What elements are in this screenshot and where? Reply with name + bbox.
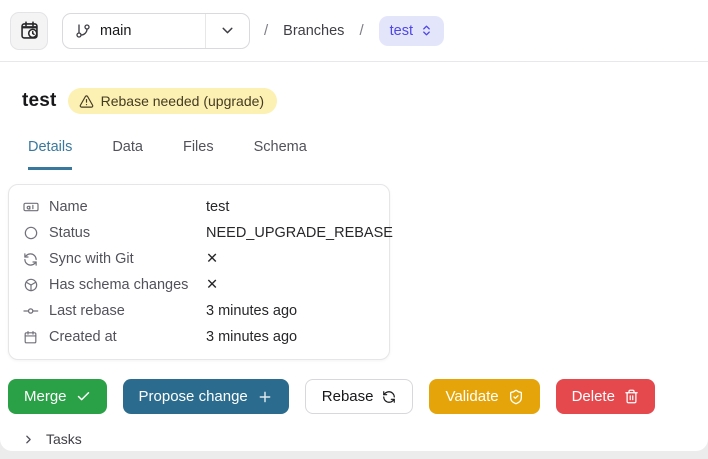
propose-change-button-label: Propose change — [138, 388, 248, 405]
tab-schema[interactable]: Schema — [254, 139, 307, 170]
sync-icon — [23, 251, 39, 267]
detail-value: ✕ — [206, 277, 219, 293]
tab-data[interactable]: Data — [112, 139, 143, 170]
breadcrumb-separator: / — [359, 22, 364, 39]
shield-check-icon — [508, 389, 524, 405]
propose-change-button[interactable]: Propose change — [122, 379, 289, 414]
calendar-clock-icon — [19, 20, 40, 41]
delete-button[interactable]: Delete — [555, 379, 655, 414]
details-card: Name test Status NEED_UPGRADE_REBASE Syn… — [8, 184, 393, 360]
tab-files[interactable]: Files — [183, 139, 214, 170]
rebase-button[interactable]: Rebase — [304, 379, 414, 414]
page-title: test — [22, 90, 57, 111]
breadcrumb-current-label: test — [389, 22, 413, 39]
breadcrumb-current-branch[interactable]: test — [378, 15, 444, 46]
title-row: test Rebase needed (upgrade) — [22, 88, 700, 114]
detail-row-created-at: Created at 3 minutes ago — [9, 324, 389, 350]
chevron-right-icon — [22, 433, 35, 446]
chevron-down-icon — [219, 22, 236, 39]
validate-button[interactable]: Validate — [429, 379, 540, 414]
branch-selector-caret[interactable] — [205, 13, 249, 48]
detail-row-schema-changes: Has schema changes ✕ — [9, 272, 389, 298]
breadcrumb-separator: / — [264, 22, 269, 39]
schema-box-icon — [23, 277, 39, 293]
breadcrumb-branches-link[interactable]: Branches — [283, 23, 344, 39]
chevrons-up-down-icon — [420, 24, 433, 37]
rebase-button-label: Rebase — [321, 388, 374, 405]
input-name-icon — [23, 199, 39, 215]
detail-value: 3 minutes ago — [206, 329, 298, 345]
plus-icon — [257, 389, 273, 405]
commit-icon — [23, 303, 39, 319]
branch-selector-value: main — [100, 22, 132, 39]
history-button[interactable] — [10, 11, 48, 50]
detail-row-status: Status NEED_UPGRADE_REBASE — [9, 220, 393, 246]
branch-page: main / Branches / test test Rebase neede… — [0, 0, 708, 451]
breadcrumb: / Branches / test — [264, 15, 444, 46]
detail-row-sync: Sync with Git ✕ — [9, 246, 389, 272]
merge-button-label: Merge — [24, 388, 67, 405]
detail-row-name: Name test — [9, 194, 389, 220]
detail-value: ✕ — [206, 251, 219, 267]
detail-label: Sync with Git — [49, 251, 134, 267]
detail-value: 3 minutes ago — [206, 303, 298, 319]
tasks-label: Tasks — [46, 431, 82, 447]
status-badge-label: Rebase needed (upgrade) — [100, 93, 265, 109]
git-branch-icon — [75, 23, 91, 39]
detail-row-last-rebase: Last rebase 3 minutes ago — [9, 298, 389, 324]
action-bar: Merge Propose change Rebase Validate Del… — [8, 379, 700, 414]
status-badge: Rebase needed (upgrade) — [67, 88, 278, 114]
check-icon — [76, 389, 91, 404]
warning-triangle-icon — [79, 94, 94, 109]
trash-icon — [624, 389, 639, 404]
detail-label: Last rebase — [49, 303, 125, 319]
detail-value: test — [206, 199, 230, 215]
merge-button[interactable]: Merge — [8, 379, 107, 414]
validate-button-label: Validate — [445, 388, 499, 405]
refresh-icon — [382, 390, 396, 404]
tab-bar: Details Data Files Schema — [28, 139, 700, 170]
main-content: test Rebase needed (upgrade) Details Dat… — [0, 88, 708, 447]
tasks-accordion-toggle[interactable]: Tasks — [22, 431, 700, 447]
detail-label: Status — [49, 225, 91, 241]
delete-button-label: Delete — [571, 388, 615, 405]
top-bar: main / Branches / test — [0, 0, 708, 62]
detail-label: Has schema changes — [49, 277, 189, 293]
branch-selector[interactable]: main — [62, 12, 250, 49]
detail-label: Name — [49, 199, 88, 215]
calendar-icon — [23, 329, 39, 345]
detail-value: NEED_UPGRADE_REBASE — [206, 225, 393, 241]
detail-label: Created at — [49, 329, 117, 345]
tab-details[interactable]: Details — [28, 139, 73, 170]
status-circle-icon — [23, 225, 39, 241]
